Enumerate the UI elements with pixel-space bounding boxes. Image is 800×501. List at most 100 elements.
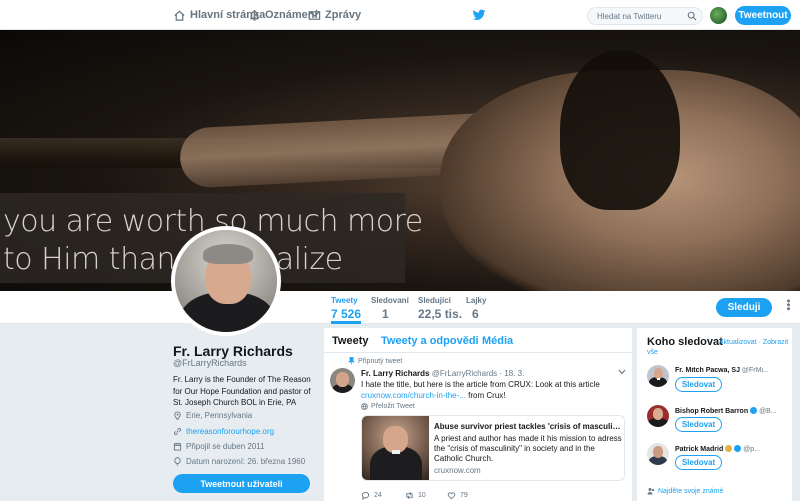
suggestion-handle: @FrMi... <box>741 367 769 374</box>
translate-tweet[interactable]: Přeložit Tweet <box>361 403 415 410</box>
retweet-count: 10 <box>418 492 426 499</box>
link-icon <box>173 427 182 436</box>
nav-messages-label: Zprávy <box>325 9 362 21</box>
search-input[interactable]: Hledat na Twitteru <box>587 7 703 25</box>
banner-hair <box>560 50 680 210</box>
follow-suggestion-button[interactable]: Sledovat <box>675 455 722 470</box>
avatar-hair <box>203 244 253 264</box>
card-domain: cruxnow.com <box>434 466 481 475</box>
stat-value: 1 <box>382 307 389 321</box>
retweet-action[interactable]: 10 <box>405 491 426 500</box>
chevron-down-icon[interactable] <box>618 369 626 375</box>
card-description: A priest and author has made it his miss… <box>434 434 622 463</box>
stat-tweets[interactable]: Tweety 7 526 <box>331 296 362 324</box>
reply-icon <box>361 491 370 500</box>
calendar-icon <box>173 442 182 451</box>
stat-label: Lajky <box>466 296 487 305</box>
verified-badge-icon <box>734 445 742 452</box>
location-text: Erie, Pennsylvania <box>186 411 253 420</box>
stat-following[interactable]: Sledovaní 1 <box>371 296 409 321</box>
stat-label: Tweety <box>331 296 358 305</box>
tweet-header: Fr. Larry Richards @FrLarryRichards · 18… <box>361 369 524 378</box>
who-to-follow-links: · Aktualizovat · Zobrazit <box>715 339 788 346</box>
profile-nav: Tweety 7 526 Sledovaní 1 Sledující 22,5 … <box>0 291 800 324</box>
suggestion-avatar[interactable] <box>647 405 669 427</box>
birthday-text: Datum narození: 26. března 1960 <box>186 457 306 466</box>
tab-tweets-and-replies[interactable]: Tweety a odpovědi <box>381 335 479 347</box>
website-link[interactable]: thereasonforourhope.org <box>186 427 274 436</box>
profile-website[interactable]: thereasonforourhope.org <box>173 427 274 436</box>
find-friends-link[interactable]: Najděte svoje známé <box>647 487 723 495</box>
profile-handle[interactable]: @FrLarryRichards <box>173 358 247 368</box>
balloon-icon <box>174 457 181 466</box>
suggestion-handle: @p... <box>743 446 761 453</box>
suggestion-name-row[interactable]: Bishop Robert Barron @B... <box>675 407 785 415</box>
tweet-link[interactable]: cruxnow.com/church-in-the-... <box>361 391 466 400</box>
like-count: 79 <box>460 492 468 499</box>
profile-joined: Připojil se duben 2011 <box>173 442 265 451</box>
suggestion-name: Patrick Madrid <box>675 446 724 453</box>
suggestion-avatar[interactable] <box>647 443 669 465</box>
account-avatar[interactable] <box>710 7 727 24</box>
reply-action[interactable]: 24 <box>361 491 382 500</box>
who-to-follow-title: Koho sledovat <box>647 336 723 348</box>
more-options-icon[interactable]: ••• <box>782 299 794 311</box>
tab-tweets[interactable]: Tweety <box>332 335 368 347</box>
suggestion-name-row[interactable]: Patrick Madrid @p... <box>675 445 785 453</box>
stat-value: 6 <box>472 307 479 321</box>
search-placeholder: Hledat na Twitteru <box>597 11 662 21</box>
like-action[interactable]: 79 <box>447 491 468 500</box>
pinned-text: Připnutý tweet <box>358 357 403 365</box>
profile-birthday: Datum narození: 26. března 1960 <box>173 457 305 466</box>
refresh-link[interactable]: · Aktualizovat <box>715 339 757 346</box>
follow-suggestion-button[interactable]: Sledovat <box>675 377 722 392</box>
nav-messages[interactable]: Zprávy <box>308 0 361 30</box>
tweet-author-name[interactable]: Fr. Larry Richards <box>361 369 429 378</box>
stat-value: 22,5 tis. <box>418 307 463 321</box>
tweet-text: I hate the title, but here is the articl… <box>361 379 623 401</box>
profile-name[interactable]: Fr. Larry Richards <box>173 343 293 359</box>
profile-avatar[interactable] <box>171 226 281 336</box>
profile-bio: Fr. Larry is the Founder of The Reason f… <box>173 375 311 407</box>
card-image <box>362 416 429 480</box>
pin-icon <box>348 357 355 365</box>
twitter-bird-icon[interactable] <box>472 8 486 22</box>
profile-banner[interactable]: you are worth so much more to Him than y… <box>0 30 800 291</box>
view-all-link[interactable]: · Zobrazit <box>759 339 789 346</box>
heart-icon <box>447 492 456 500</box>
stat-label: Sledující <box>418 296 451 305</box>
card-image-collar <box>392 450 400 454</box>
stat-followers[interactable]: Sledující 22,5 tis. <box>418 296 462 321</box>
compose-tweet-button[interactable]: Tweetnout <box>735 6 791 25</box>
stat-label: Sledovaní <box>371 296 409 305</box>
find-friends-label: Najděte svoje známé <box>658 487 724 495</box>
retweet-icon <box>406 492 413 499</box>
following-button[interactable]: Sleduji <box>716 298 772 317</box>
stat-value: 7 526 <box>331 307 362 321</box>
follow-suggestion-button[interactable]: Sledovat <box>675 417 722 432</box>
suggestion-handle: @B... <box>759 408 777 415</box>
tab-media[interactable]: Média <box>482 335 513 347</box>
tweet-date[interactable]: · 18. 3. <box>499 369 524 378</box>
card-image-face <box>383 426 408 453</box>
tweet-author-handle[interactable]: @FrLarryRichards <box>432 369 497 378</box>
location-pin-icon <box>174 411 181 420</box>
timeline-tabs: Tweety Tweety a odpovědi Média <box>324 328 632 353</box>
home-icon <box>174 10 185 21</box>
globe-icon <box>361 403 368 410</box>
who-to-follow-panel: Koho sledovat · Aktualizovat · Zobrazit … <box>637 328 792 501</box>
tweet-author-avatar[interactable] <box>330 368 355 393</box>
suggestion-name-row[interactable]: Fr. Mitch Pacwa, SJ @FrMi... <box>675 367 785 374</box>
people-icon <box>647 488 655 495</box>
card-title: Abuse survivor priest tackles 'crisis of… <box>434 422 622 431</box>
suggestion-name: Fr. Mitch Pacwa, SJ <box>675 367 740 374</box>
suggestion-avatar[interactable] <box>647 365 669 387</box>
joined-text: Připojil se duben 2011 <box>186 442 265 451</box>
tweet-to-user-button[interactable]: Tweetnout uživateli <box>173 474 310 493</box>
tweet-body: I hate the title, but here is the articl… <box>361 380 600 389</box>
link-preview-card[interactable]: Abuse survivor priest tackles 'crisis of… <box>361 415 625 481</box>
tweet-link-suffix: from Crux! <box>465 391 506 400</box>
stat-likes[interactable]: Lajky 6 <box>466 296 486 321</box>
view-all-link-continued[interactable]: vše <box>647 349 658 356</box>
search-icon[interactable] <box>687 11 697 21</box>
